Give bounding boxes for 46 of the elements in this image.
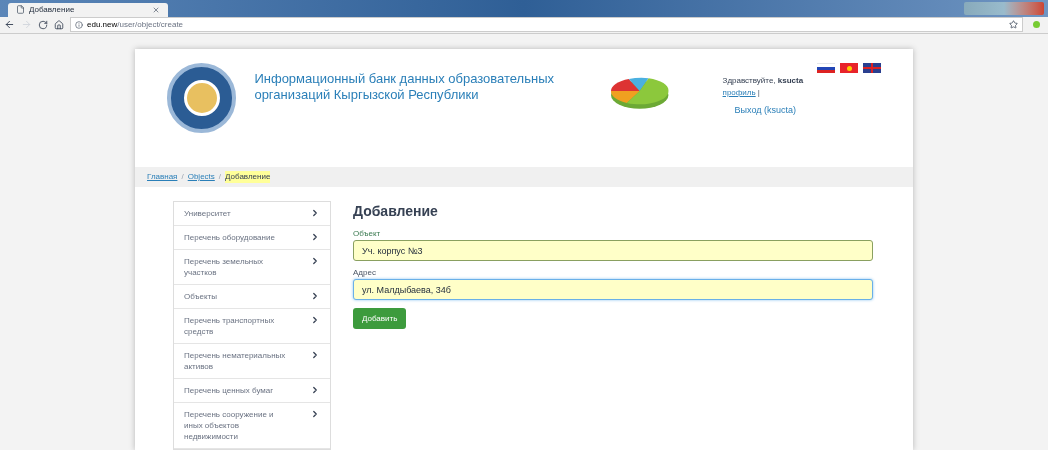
chevron-right-icon [310,208,320,218]
breadcrumb-link[interactable]: Objects [187,171,215,183]
sidebar-item[interactable]: Перечень нематериальных активов [174,344,330,379]
address-bar[interactable]: edu.new/user/object/create [70,17,1023,33]
extension-icon[interactable] [1033,21,1040,29]
text-input[interactable]: Уч. корпус №3 [353,240,873,261]
sidebar-item[interactable]: Перечень земельных участков [174,250,330,285]
profile-link[interactable]: профиль [722,87,756,99]
uk-flag-icon[interactable] [863,63,881,73]
home-icon[interactable] [54,19,64,30]
sidebar-item[interactable]: Перечень ценных бумаг [174,379,330,403]
reload-icon[interactable] [38,19,48,30]
greeting-text: Здравствуйте, ksucta [722,75,805,87]
chevron-right-icon [310,315,320,325]
chevron-right-icon [310,291,320,301]
chevron-right-icon [310,350,320,360]
form-heading: Добавление [353,202,439,221]
window-controls[interactable] [964,2,1044,15]
field-label: Адрес [353,267,377,279]
sidebar-item[interactable]: Объекты [174,285,330,309]
chevron-right-icon [310,256,320,266]
sidebar-item[interactable]: Перечень сооружение и иных объектов недвижимости [174,403,330,449]
close-tab-icon[interactable] [152,5,160,14]
chevron-right-icon [310,232,320,242]
chevron-right-icon [310,385,320,395]
field-label: Объект [353,228,382,240]
breadcrumb-link[interactable]: Добавление [225,171,271,183]
info-icon [75,20,83,29]
separator-text: | [757,87,760,99]
russian-flag-icon[interactable] [817,63,835,73]
browser-tab[interactable]: Добавление [8,2,168,17]
page-icon [16,5,25,14]
chevron-right-icon [310,409,320,419]
add-button[interactable]: Добавить [353,308,407,329]
breadcrumb-link[interactable]: Главная [147,171,178,183]
text-input[interactable]: ул. Малдыбаева, 34б [353,279,873,300]
back-icon[interactable] [4,19,15,31]
bookmark-star-icon[interactable] [1009,20,1018,30]
sidebar-item[interactable]: Перечень транспортных средств [174,309,330,344]
kyrgyz-flag-icon[interactable] [840,63,858,73]
sidebar-item[interactable]: Университет [174,202,330,226]
site-title: Информационный банк данных образовательных организаций Кыргызской Республики [254,71,555,103]
sidebar-item[interactable]: Перечень оборудование [174,226,330,250]
logout-link[interactable]: Выход (ksucta) [734,104,881,118]
breadcrumb-separator: / [218,171,222,183]
breadcrumb-separator: / [181,171,184,183]
